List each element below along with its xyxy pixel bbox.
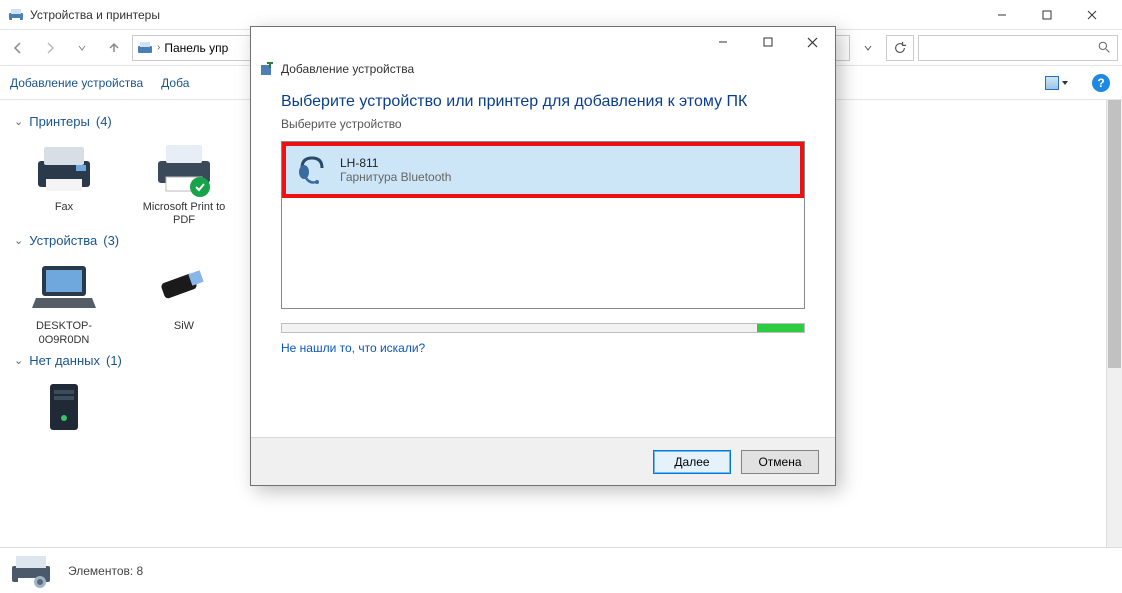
search-progress-bar [281, 323, 805, 333]
dialog-footer: Далее Отмена [251, 437, 835, 485]
address-dropdown[interactable] [854, 34, 882, 62]
progress-fill [757, 324, 804, 332]
search-icon [1098, 41, 1111, 54]
next-button[interactable]: Далее [653, 450, 731, 474]
bluetooth-headset-icon [296, 154, 328, 186]
device-item-fax[interactable]: Fax [14, 139, 114, 227]
chevron-down-icon: ⌄ [14, 234, 23, 247]
statusbar-icon [10, 552, 52, 590]
device-item-desktop[interactable]: DESKTOP-0O9R0DN [14, 258, 114, 346]
refresh-button[interactable] [886, 35, 914, 61]
dialog-heading: Выберите устройство или принтер для доба… [281, 93, 805, 111]
group-count: (1) [106, 353, 122, 368]
recent-dropdown[interactable] [68, 34, 96, 62]
device-item-siw[interactable]: SiW [134, 258, 234, 346]
group-label: Нет данных [29, 353, 100, 368]
group-label: Устройства [29, 233, 97, 248]
up-button[interactable] [100, 34, 128, 62]
device-label: Microsoft Print to PDF [134, 201, 234, 227]
device-label: Fax [14, 201, 114, 214]
maximize-button[interactable] [1024, 0, 1069, 29]
scrollbar-thumb[interactable] [1108, 100, 1121, 368]
device-label: SiW [134, 320, 234, 333]
add-device-icon [259, 61, 275, 77]
status-text: Элементов: 8 [68, 564, 143, 578]
vertical-scrollbar[interactable] [1106, 100, 1122, 547]
printer-icon [152, 139, 216, 195]
chevron-down-icon: ⌄ [14, 354, 23, 367]
back-button[interactable] [4, 34, 32, 62]
view-mode-dropdown[interactable] [1042, 73, 1072, 93]
dialog-header: Добавление устройства [251, 57, 835, 87]
minimize-button[interactable] [979, 0, 1024, 29]
help-link[interactable]: Не нашли то, что искали? [281, 341, 805, 355]
dialog-close-button[interactable] [790, 28, 835, 57]
cancel-button[interactable]: Отмена [741, 450, 819, 474]
tower-pc-icon [32, 378, 96, 434]
toolbar-add-device[interactable]: Добавление устройства [10, 76, 143, 90]
chevron-down-icon: ⌄ [14, 115, 23, 128]
device-entry-type: Гарнитура Bluetooth [340, 170, 451, 184]
group-count: (3) [103, 233, 119, 248]
window-title: Устройства и принтеры [30, 8, 979, 22]
window-controls [979, 0, 1114, 29]
dialog-maximize-button[interactable] [745, 28, 790, 57]
addressbar-icon [137, 40, 153, 56]
add-device-dialog: Добавление устройства Выберите устройств… [250, 26, 836, 486]
dialog-title: Добавление устройства [281, 62, 414, 76]
dialog-titlebar [251, 27, 835, 57]
forward-button[interactable] [36, 34, 64, 62]
device-label: DESKTOP-0O9R0DN [14, 320, 114, 346]
device-item-unknown[interactable] [14, 378, 114, 440]
devices-printers-icon [8, 7, 24, 23]
device-list[interactable]: LH-811 Гарнитура Bluetooth [281, 141, 805, 309]
device-entry-selected[interactable]: LH-811 Гарнитура Bluetooth [282, 142, 804, 198]
close-button[interactable] [1069, 0, 1114, 29]
chevron-right-icon: › [157, 42, 160, 53]
view-thumbnails-icon [1045, 76, 1059, 90]
default-check-badge [190, 177, 210, 197]
group-count: (4) [96, 114, 112, 129]
group-label: Принтеры [29, 114, 90, 129]
status-bar: Элементов: 8 [0, 547, 1122, 593]
help-icon: ? [1092, 74, 1110, 92]
device-item-ms-print-pdf[interactable]: Microsoft Print to PDF [134, 139, 234, 227]
dialog-subheading: Выберите устройство [281, 117, 805, 131]
fax-icon [32, 139, 96, 195]
device-entry-name: LH-811 [340, 156, 451, 170]
dialog-minimize-button[interactable] [700, 28, 745, 57]
toolbar-add-printer[interactable]: Доба [161, 76, 189, 90]
breadcrumb-segment[interactable]: Панель упр [164, 41, 228, 55]
usb-drive-icon [152, 258, 216, 314]
help-button[interactable]: ? [1090, 72, 1112, 94]
search-input[interactable] [918, 35, 1118, 61]
laptop-icon [32, 258, 96, 314]
